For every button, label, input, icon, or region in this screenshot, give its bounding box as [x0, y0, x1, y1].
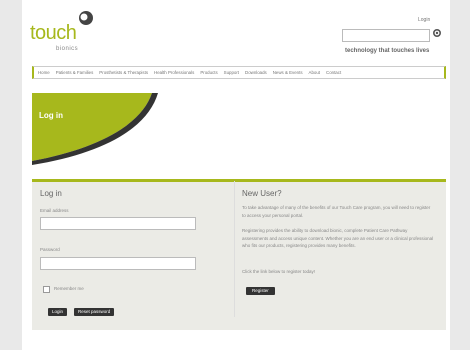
nav-item-products[interactable]: Products — [200, 70, 217, 75]
new-user-cta-text: Click the link below to register today! — [242, 269, 316, 274]
nav-item-about[interactable]: About — [309, 70, 320, 75]
main-nav: Home Patients & Families Prosthetists & … — [32, 66, 446, 79]
nav-item-downloads[interactable]: Downloads — [245, 70, 267, 75]
remember-me-checkbox[interactable] — [43, 286, 50, 293]
password-label: Password — [40, 247, 60, 252]
remember-me-label: Remember me — [54, 286, 84, 291]
logo-swirl-icon — [79, 11, 93, 25]
column-divider — [234, 181, 235, 317]
reset-password-button[interactable]: Reset password — [74, 308, 115, 316]
search-input[interactable] — [342, 29, 430, 42]
email-field[interactable] — [40, 217, 196, 230]
nav-item-home[interactable]: Home — [38, 70, 50, 75]
new-user-benefits: Registering provides the ability to down… — [242, 228, 434, 248]
login-button[interactable]: Login — [48, 308, 68, 316]
nav-item-contact[interactable]: Contact — [326, 70, 341, 75]
logo-text[interactable]: touch — [30, 22, 77, 45]
logo-subtext: bionics — [56, 46, 79, 52]
nav-item-patients[interactable]: Patients & Families — [56, 70, 94, 75]
login-link[interactable]: Login — [418, 17, 430, 23]
login-panel: Log in Email address Password Remember m… — [32, 179, 446, 330]
nav-item-prosthetists[interactable]: Prosthetists & Therapists — [99, 70, 148, 75]
page: touch bionics Login technology that touc… — [22, 0, 450, 350]
login-title: Log in — [40, 189, 62, 198]
register-button[interactable]: Register — [246, 287, 275, 295]
search-icon[interactable] — [432, 28, 442, 38]
new-user-intro: To take advantage of many of the benefit… — [242, 205, 431, 218]
nav-item-health-professionals[interactable]: Health Professionals — [154, 70, 194, 75]
nav-item-news-events[interactable]: News & Events — [273, 70, 303, 75]
hero-swoosh-graphic — [32, 93, 158, 165]
email-label: Email address — [40, 208, 69, 213]
hero-title: Log in — [39, 111, 63, 120]
hero-banner: Log in — [32, 93, 446, 165]
password-field[interactable] — [40, 257, 196, 270]
tagline: technology that touches lives — [345, 48, 430, 54]
new-user-title: New User? — [242, 189, 282, 198]
nav-item-support[interactable]: Support — [224, 70, 239, 75]
